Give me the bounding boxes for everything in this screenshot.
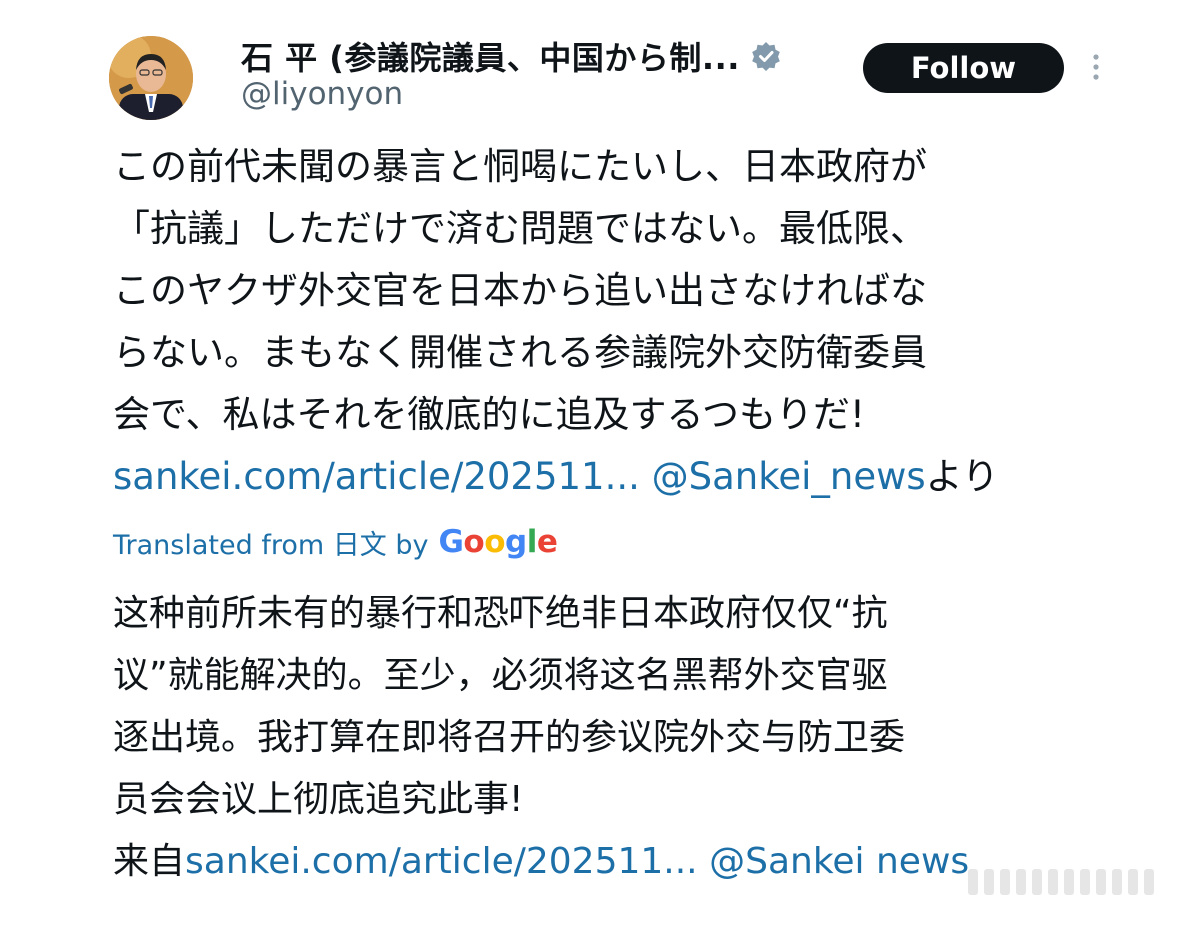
translated-mention-link[interactable]: @Sankei news bbox=[709, 841, 969, 882]
mention-link[interactable]: @Sankei_news bbox=[652, 455, 926, 498]
translation-label: Translated from 日文 by bbox=[113, 529, 429, 561]
follow-button[interactable]: Follow bbox=[863, 43, 1064, 93]
link-prefix: 来自 bbox=[113, 841, 186, 882]
tweet-text-original: この前代未聞の暴言と恫喝にたいし、日本政府が 「抗議」しただけで済む問題ではない… bbox=[113, 136, 1113, 508]
article-link[interactable]: sankei.com/article/202511... bbox=[113, 455, 640, 498]
tweet-text-translated: 这种前所未有的暴行和恐吓绝非日本政府仅仅“抗 议”就能解决的。至少，必须将这名黑… bbox=[113, 583, 1113, 893]
verified-badge-icon bbox=[750, 40, 782, 72]
avatar[interactable] bbox=[109, 36, 193, 120]
tweet-text-line: このヤクザ外交官を日本から追い出さなければな bbox=[113, 269, 927, 312]
translated-text-line: 逐出境。我打算在即将召开的参议院外交与防卫委 bbox=[113, 717, 906, 758]
translated-link-line: 来自sankei.com/article/202511... @Sankei n… bbox=[113, 831, 1113, 893]
more-vertical-icon[interactable] bbox=[1088, 52, 1104, 82]
tweet-link-line: sankei.com/article/202511... @Sankei_new… bbox=[113, 446, 1113, 508]
translated-text-line: 议”就能解决的。至少，必须将这名黑帮外交官驱 bbox=[113, 655, 888, 696]
tweet-text-line: この前代未聞の暴言と恫喝にたいし、日本政府が bbox=[113, 145, 927, 188]
tweet-card: 石 平 (参議院議員、中国から制... @liyonyon Follow この前… bbox=[0, 0, 1200, 926]
author-handle[interactable]: @liyonyon bbox=[241, 76, 403, 112]
link-suffix: より bbox=[925, 455, 999, 498]
author-display-name[interactable]: 石 平 (参議院議員、中国から制... bbox=[241, 33, 740, 79]
translated-article-link[interactable]: sankei.com/article/202511... bbox=[185, 841, 698, 882]
translation-attribution[interactable]: Translated from 日文 by Google bbox=[113, 520, 558, 564]
watermark bbox=[968, 862, 1183, 902]
translated-text-line: 这种前所未有的暴行和恐吓绝非日本政府仅仅“抗 bbox=[113, 593, 888, 634]
tweet-text-line: 会で、私はそれを徹底的に追及するつもりだ! bbox=[113, 393, 865, 436]
tweet-text-line: らない。まもなく開催される参議院外交防衛委員 bbox=[113, 331, 927, 374]
google-logo: Google bbox=[438, 524, 558, 560]
tweet-text-line: 「抗議」しただけで済む問題ではない。最低限、 bbox=[113, 207, 927, 250]
author-name-row[interactable]: 石 平 (参議院議員、中国から制... bbox=[241, 34, 782, 78]
avatar-image bbox=[109, 36, 193, 120]
translated-text-line: 员会会议上彻底追究此事! bbox=[113, 779, 524, 820]
